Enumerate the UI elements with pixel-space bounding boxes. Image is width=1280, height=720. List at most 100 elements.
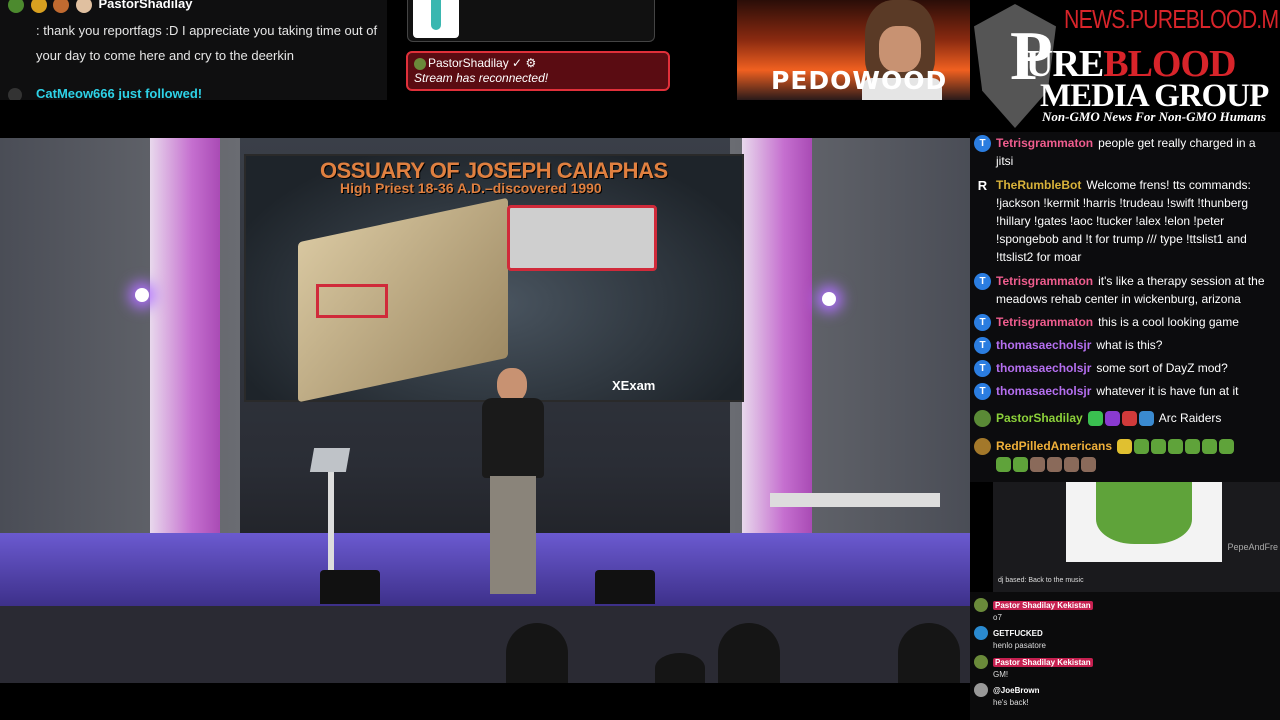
badge-icon	[1138, 411, 1154, 427]
reconnect-alert: PastorShadilay ✓ ⚙ Stream has reconnecte…	[406, 51, 670, 91]
alert-area: PastorShadilay ✓ ⚙ Stream has reconnecte…	[387, 0, 737, 100]
chat-username[interactable]: Pastor Shadilay Kekistan	[993, 601, 1093, 610]
chat-username[interactable]: thomasaecholsjr	[996, 338, 1091, 352]
chat-message: R TheRumbleBot Welcome frens! tts command…	[974, 176, 1274, 266]
chat-username[interactable]: GETFUCKED	[993, 629, 1043, 638]
overlay-chat-username: PastorShadilay	[98, 0, 193, 11]
avatar	[75, 0, 92, 13]
emote-icon	[1047, 457, 1062, 473]
chat-text: o7	[993, 613, 1002, 622]
stage-front	[0, 606, 970, 683]
chat-username[interactable]: Tetrisgrammaton	[996, 136, 1093, 150]
emote-icon	[1081, 457, 1096, 473]
pip-tag: PepeAndFre	[1227, 542, 1278, 552]
stand-pole	[328, 472, 334, 582]
badge-icon	[1087, 411, 1103, 427]
emoji-icon	[1117, 439, 1133, 455]
chat-text: Arc Raiders	[1158, 411, 1222, 425]
chat-message: T Tetrisgrammaton this is a cool looking …	[974, 313, 1274, 331]
pepe-emote-icon	[1134, 439, 1150, 455]
slide-credit: XExam	[612, 378, 656, 393]
avatar: T	[974, 135, 991, 152]
chat-message: PastorShadilay Arc Raiders	[974, 409, 1274, 427]
presenter-shirt	[482, 398, 544, 478]
pepe-emote-icon	[996, 457, 1011, 473]
chat-message: T Tetrisgrammaton it's like a therapy ses…	[974, 272, 1274, 308]
pepe-image	[1066, 482, 1222, 562]
audience-head	[506, 623, 568, 683]
laptop-icon	[309, 448, 351, 472]
stage-light-icon	[822, 292, 836, 306]
badge-icon	[1104, 411, 1120, 427]
avatar	[974, 438, 991, 455]
user-icon	[8, 87, 22, 100]
chat-username[interactable]: Tetrisgrammaton	[996, 315, 1093, 329]
chat-text: what is this?	[1096, 338, 1163, 352]
chat-text: henlo pasatore	[993, 641, 1046, 650]
avatar: T	[974, 337, 991, 354]
chat-username[interactable]: thomasaecholsjr	[996, 361, 1091, 375]
stage-pillar	[742, 138, 812, 548]
video-player[interactable]: OSSUARY OF JOSEPH CAIAPHAS High Priest 1…	[0, 138, 970, 683]
chat-username[interactable]: @JoeBrown	[993, 686, 1039, 695]
laptop-stand	[300, 448, 360, 588]
badge-icon	[1121, 411, 1137, 427]
pepe-emote-icon	[1219, 439, 1235, 455]
chat-message: T thomasaecholsjr whatever it is have fun…	[974, 382, 1274, 400]
reconnect-alert-text: Stream has reconnected!	[414, 71, 549, 85]
avatar: R	[977, 178, 988, 193]
avatar	[974, 598, 988, 612]
emote-icon	[1030, 457, 1045, 473]
pepe-emote-icon	[1013, 457, 1028, 473]
picture-in-picture[interactable]: PepeAndFre dj based: Back to the music	[993, 482, 1280, 592]
stage-pillar	[150, 138, 220, 548]
chat-username[interactable]: RedPilledAmericans	[996, 439, 1112, 453]
reconnect-alert-user: PastorShadilay ✓ ⚙	[414, 56, 662, 70]
chat-message: T thomasaecholsjr what is this?	[974, 336, 1274, 354]
avatar: T	[974, 314, 991, 331]
avatar: T	[974, 383, 991, 400]
audience-head	[655, 653, 705, 683]
chat-username[interactable]: thomasaecholsjr	[996, 384, 1091, 398]
avatar: T	[974, 360, 991, 377]
chat-username[interactable]: TheRumbleBot	[996, 178, 1081, 192]
overlay-chat-line: PastorShadilay	[8, 0, 192, 13]
promo-banner: PEDOWOOD	[737, 0, 970, 100]
follow-alert: CatMeow666 just followed!	[8, 86, 202, 100]
stage-light-icon	[135, 288, 149, 302]
banner-word: PEDOWOOD	[771, 66, 948, 95]
live-chat[interactable]: T Tetrisgrammaton people get really charg…	[970, 132, 1280, 482]
channel-logo: NEWS.PUREBLOOD.MEDIA P UREBLOOD MEDIA GR…	[970, 0, 1280, 132]
overlay-chat: PastorShadilay : thank you reportfags :D…	[0, 0, 387, 100]
chat-message: T thomasaecholsjr some sort of DayZ mod?	[974, 359, 1274, 377]
chat-username[interactable]: PastorShadilay	[996, 411, 1083, 425]
logo-url: NEWS.PUREBLOOD.MEDIA	[1064, 4, 1280, 34]
pepe-emote-icon	[1202, 439, 1218, 455]
badge-icon	[8, 0, 24, 13]
chat-username[interactable]: Pastor Shadilay Kekistan	[993, 658, 1093, 667]
chat-text: GM!	[993, 670, 1009, 679]
chat-text: whatever it is have fun at it	[1096, 384, 1239, 398]
avatar: T	[974, 273, 991, 290]
inscription-highlight	[316, 284, 388, 318]
chat-username[interactable]: Tetrisgrammaton	[996, 274, 1093, 288]
audience-head	[718, 623, 780, 683]
chat-message: RedPilledAmericans	[974, 437, 1274, 473]
presenter-head	[497, 368, 527, 402]
emoji-icon	[30, 0, 47, 13]
pip-caption: dj based: Back to the music	[998, 577, 1084, 584]
keyboard-instrument	[770, 493, 940, 507]
inscription-inset	[507, 205, 657, 271]
slide-subtitle: High Priest 18-36 A.D.–discovered 1990	[340, 180, 602, 196]
chat-message: T Tetrisgrammaton people get really charg…	[974, 134, 1274, 170]
stage-monitor	[595, 570, 655, 604]
pepe-emote-icon	[1185, 439, 1201, 455]
chat-text: some sort of DayZ mod?	[1096, 361, 1228, 375]
stage-monitor	[320, 570, 380, 604]
chat-text: he's back!	[993, 698, 1029, 707]
avatar	[414, 57, 426, 70]
audience-head	[898, 623, 960, 683]
emoji-icon	[53, 0, 70, 13]
secondary-chat[interactable]: Pastor Shadilay Kekistan o7 GETFUCKED he…	[970, 592, 1280, 720]
emote-icon	[1064, 457, 1079, 473]
